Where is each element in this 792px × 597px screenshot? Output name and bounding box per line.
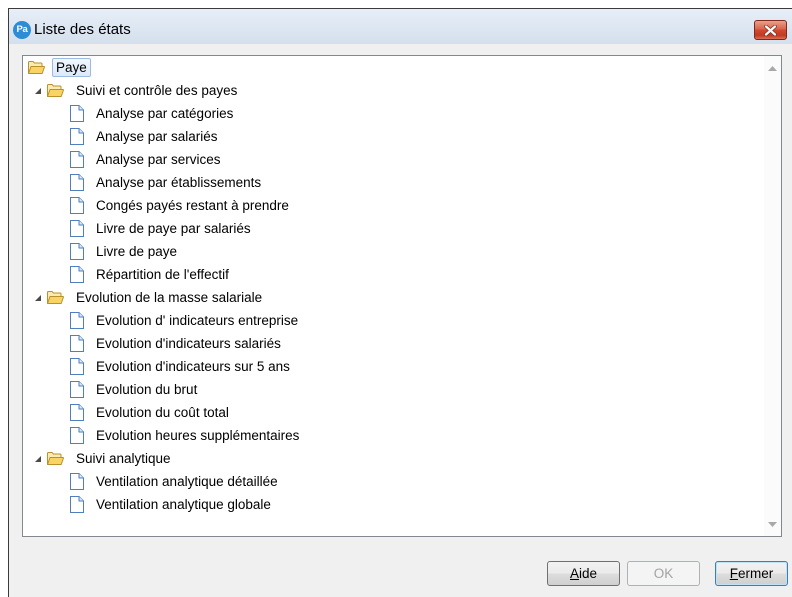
help-button[interactable]: Aide: [547, 561, 620, 586]
document-icon: [70, 335, 84, 352]
ok-button-label: OK: [653, 566, 674, 581]
scroll-down-button[interactable]: [764, 512, 781, 536]
tree-item-label: Evolution d'indicateurs salariés: [96, 336, 281, 351]
tree-group-label: Suivi et contrôle des payes: [76, 83, 238, 98]
document-icon: [70, 197, 84, 214]
document-icon: [70, 404, 84, 421]
tree-item-label: Evolution du coût total: [96, 405, 229, 420]
ok-button[interactable]: OK: [627, 561, 700, 586]
document-icon: [70, 427, 84, 444]
document-icon: [70, 128, 84, 145]
tree-item-evolution-indicateurs-salaries[interactable]: Evolution d'indicateurs salariés: [23, 332, 764, 355]
expanded-triangle-icon[interactable]: [34, 455, 42, 463]
tree-item-evolution-indicateurs-entreprise[interactable]: Evolution d' indicateurs entreprise: [23, 309, 764, 332]
tree-item-ventilation-analytique-detaillee[interactable]: Ventilation analytique détaillée: [23, 470, 764, 493]
document-icon: [70, 220, 84, 237]
tree-item-repartition-effectif[interactable]: Répartition de l'effectif: [23, 263, 764, 286]
tree-node-label: Paye: [52, 58, 91, 77]
help-button-label: Aide: [569, 566, 598, 581]
close-icon: [764, 24, 777, 36]
tree-item-evolution-indicateurs-5-ans[interactable]: Evolution d'indicateurs sur 5 ans: [23, 355, 764, 378]
expanded-triangle-icon[interactable]: [34, 87, 42, 95]
document-icon: [70, 473, 84, 490]
tree-item-label: Livre de paye par salariés: [96, 221, 251, 236]
scroll-up-button[interactable]: [764, 56, 781, 80]
document-icon: [70, 174, 84, 191]
close-button[interactable]: Fermer: [715, 561, 788, 586]
tree-item-label: Analyse par catégories: [96, 106, 234, 121]
expanded-triangle-icon[interactable]: [34, 294, 42, 302]
document-icon: [70, 243, 84, 260]
scroll-down-arrow-icon: [768, 521, 777, 527]
tree-item-livre-de-paye-par-salaries[interactable]: Livre de paye par salariés: [23, 217, 764, 240]
folder-open-icon: [27, 60, 45, 75]
tree-item-label: Analyse par services: [96, 152, 221, 167]
tree-group-suivi-analytique[interactable]: Suivi analytique: [23, 447, 764, 470]
tree-group-label: Suivi analytique: [76, 451, 171, 466]
document-icon: [70, 312, 84, 329]
tree-item-label: Analyse par salariés: [96, 129, 218, 144]
document-icon: [70, 105, 84, 122]
close-button-label: Fermer: [729, 566, 774, 581]
title-bar[interactable]: Pa Liste des états: [9, 9, 792, 44]
tree-item-analyse-par-salaries[interactable]: Analyse par salariés: [23, 125, 764, 148]
scroll-up-arrow-icon: [768, 65, 777, 71]
window-title: Liste des états: [34, 21, 131, 38]
tree-group-evolution-masse-salariale[interactable]: Evolution de la masse salariale: [23, 286, 764, 309]
document-icon: [70, 381, 84, 398]
folder-open-icon: [46, 290, 64, 305]
tree-group-suivi-controle-payes[interactable]: Suivi et contrôle des payes: [23, 79, 764, 102]
vertical-scrollbar[interactable]: [764, 56, 781, 536]
tree-item-analyse-par-categories[interactable]: Analyse par catégories: [23, 102, 764, 125]
tree-item-analyse-par-services[interactable]: Analyse par services: [23, 148, 764, 171]
tree-item-label: Evolution du brut: [96, 382, 198, 397]
tree-node-paye[interactable]: Paye: [23, 56, 764, 79]
tree-item-label: Ventilation analytique détaillée: [96, 474, 278, 489]
tree-item-livre-de-paye[interactable]: Livre de paye: [23, 240, 764, 263]
tree-item-label: Ventilation analytique globale: [96, 497, 271, 512]
tree-item-ventilation-analytique-globale[interactable]: Ventilation analytique globale: [23, 493, 764, 516]
document-icon: [70, 358, 84, 375]
tree-rows: Paye Suivi et contrôle des payes Analyse…: [23, 56, 764, 536]
tree-item-evolution-cout-total[interactable]: Evolution du coût total: [23, 401, 764, 424]
close-window-button[interactable]: [754, 20, 787, 40]
tree-item-label: Livre de paye: [96, 244, 178, 259]
folder-open-icon: [46, 83, 64, 98]
tree-item-label: Analyse par établissements: [96, 175, 262, 190]
app-logo-icon: Pa: [13, 21, 31, 39]
tree-item-evolution-heures-supplementaires[interactable]: Evolution heures supplémentaires: [23, 424, 764, 447]
tree-item-label: Evolution d'indicateurs sur 5 ans: [96, 359, 290, 374]
tree-item-conges-payes-restant[interactable]: Congés payés restant à prendre: [23, 194, 764, 217]
dialog-window: Pa Liste des états Paye Suivi et contrôl…: [8, 8, 792, 597]
tree-item-label: Congés payés restant à prendre: [96, 198, 289, 213]
tree-item-label: Répartition de l'effectif: [96, 267, 229, 282]
folder-open-icon: [46, 451, 64, 466]
document-icon: [70, 496, 84, 513]
tree-item-label: Evolution heures supplémentaires: [96, 428, 300, 443]
tree-item-evolution-du-brut[interactable]: Evolution du brut: [23, 378, 764, 401]
document-icon: [70, 266, 84, 283]
tree-group-label: Evolution de la masse salariale: [76, 290, 263, 305]
tree-item-label: Evolution d' indicateurs entreprise: [96, 313, 299, 328]
report-tree-view[interactable]: Paye Suivi et contrôle des payes Analyse…: [22, 55, 782, 537]
tree-item-analyse-par-etablissements[interactable]: Analyse par établissements: [23, 171, 764, 194]
document-icon: [70, 151, 84, 168]
